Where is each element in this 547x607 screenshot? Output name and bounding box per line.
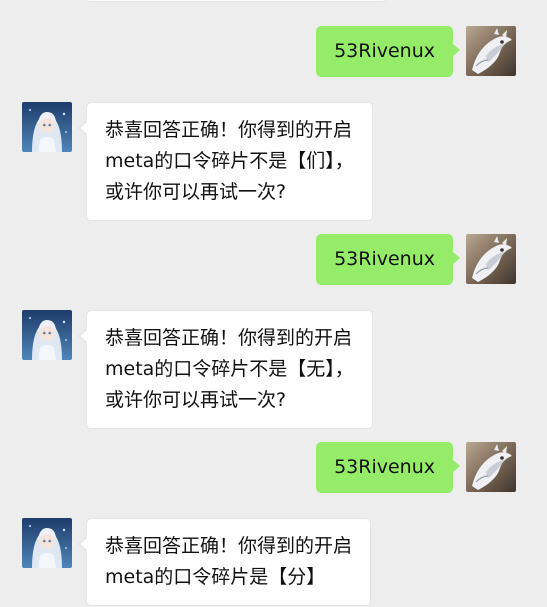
received-message-line: 恭喜回答正确！你得到的开启 <box>105 327 353 349</box>
sent-message-bubble[interactable]: 53Rivenux <box>316 234 460 285</box>
sent-message-text: 53Rivenux <box>334 40 435 62</box>
received-message-bubble[interactable]: 恭喜回答正确！你得到的开启 meta的口令碎片不是【们】， 或许你可以再试一次? <box>78 102 373 221</box>
received-message-line: meta的口令碎片不是【无】， <box>105 358 354 380</box>
bot-avatar[interactable] <box>22 518 72 568</box>
sent-message-text: 53Rivenux <box>334 248 435 270</box>
anime-girl-avatar-icon <box>22 102 72 152</box>
white-dragon-avatar-icon <box>466 234 516 284</box>
sent-message-text: 53Rivenux <box>334 456 435 478</box>
bot-avatar[interactable] <box>22 310 72 360</box>
user-avatar[interactable] <box>466 442 516 492</box>
white-dragon-avatar-icon <box>466 442 516 492</box>
received-message-line: 恭喜回答正确！你得到的开启 <box>105 119 353 141</box>
received-message-line: meta的口令碎片是【分】 <box>105 566 326 588</box>
white-dragon-avatar-icon <box>466 26 516 76</box>
received-message-line: 或许你可以再试一次? <box>105 181 287 203</box>
received-message-line: 或许你可以再试一次? <box>105 389 287 411</box>
sent-message-bubble[interactable]: 53Rivenux <box>316 442 460 493</box>
anime-girl-avatar-icon <box>22 310 72 360</box>
user-avatar[interactable] <box>466 234 516 284</box>
sent-message-bubble[interactable]: 53Rivenux <box>316 26 460 77</box>
previous-message-bubble-fragment <box>85 0 387 2</box>
anime-girl-avatar-icon <box>22 518 72 568</box>
bot-avatar[interactable] <box>22 102 72 152</box>
received-message-line: meta的口令碎片不是【们】， <box>105 150 354 172</box>
user-avatar[interactable] <box>466 26 516 76</box>
received-message-bubble[interactable]: 恭喜回答正确！你得到的开启 meta的口令碎片不是【无】， 或许你可以再试一次? <box>78 310 373 429</box>
received-message-bubble[interactable]: 恭喜回答正确！你得到的开启 meta的口令碎片是【分】 <box>77 518 372 606</box>
received-message-line: 恭喜回答正确！你得到的开启 <box>105 535 353 557</box>
